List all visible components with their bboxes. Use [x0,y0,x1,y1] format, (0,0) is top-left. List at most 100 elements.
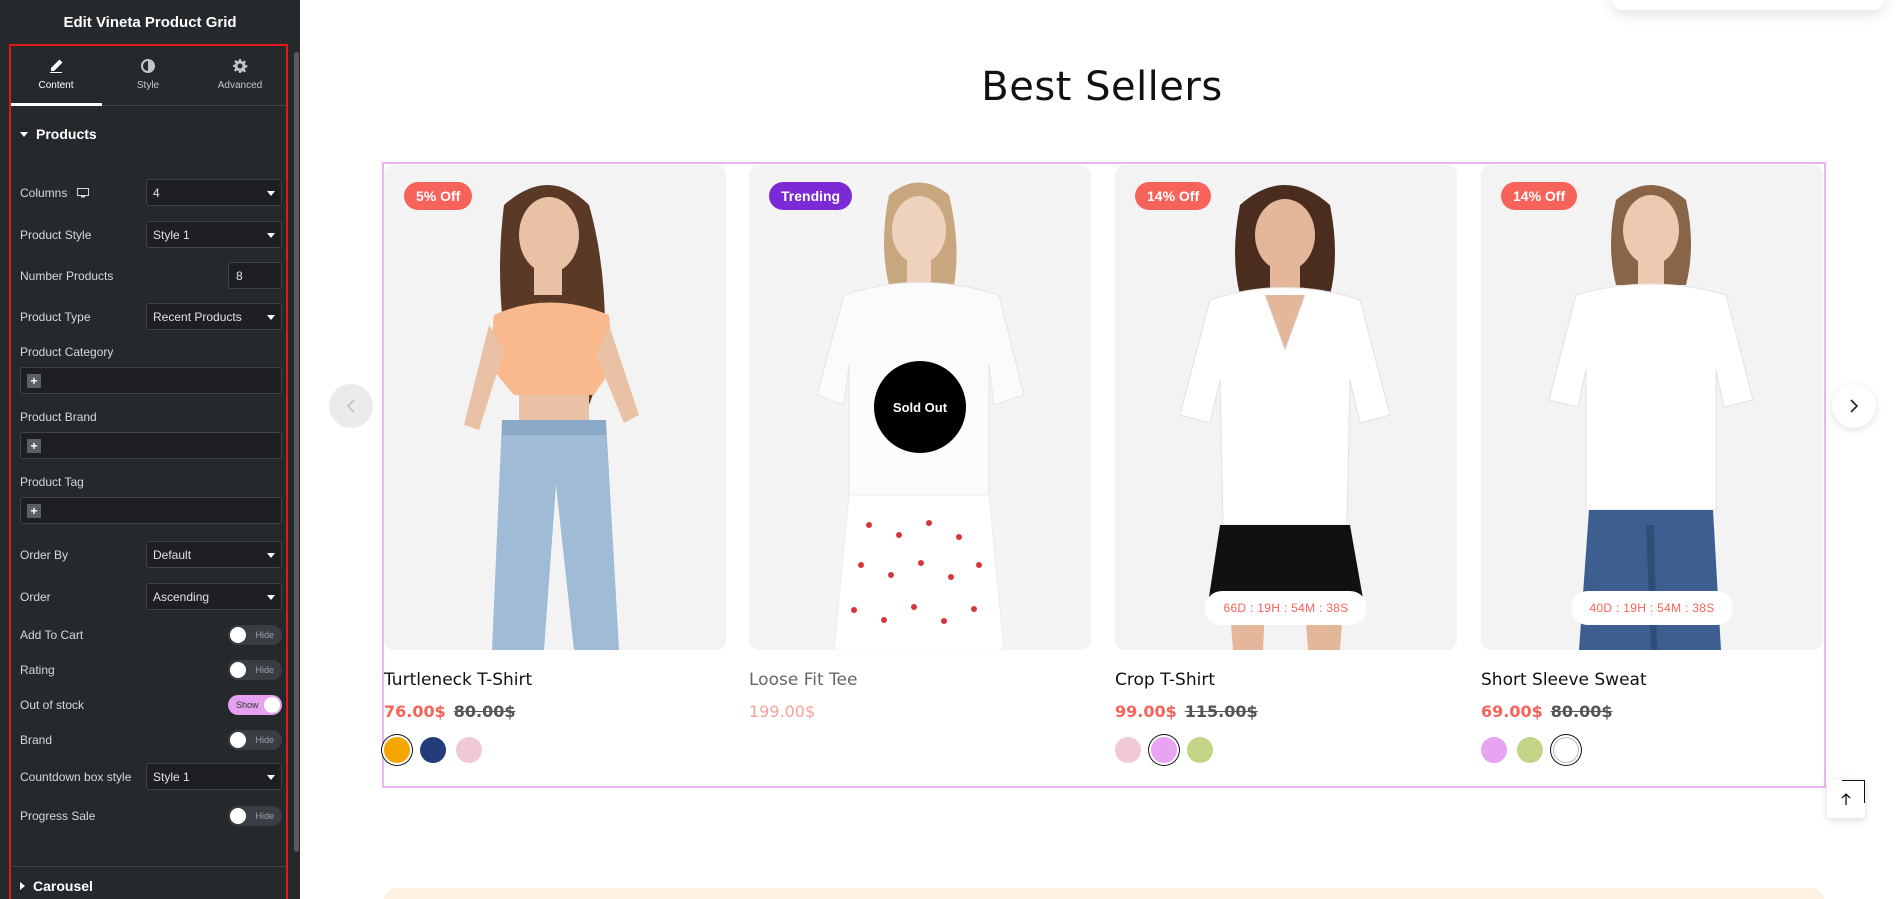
tab-advanced-label: Advanced [217,80,263,91]
scroll-to-top-button[interactable] [1827,780,1865,818]
add-icon[interactable]: + [27,374,41,388]
scrollbar-thumb[interactable] [294,52,299,852]
carousel-prev-button[interactable] [329,384,373,428]
countdown-timer: 40D : 19H : 54M : 38S [1571,591,1733,625]
chevron-down-icon [267,315,275,320]
panel-scroll-area: Content Style Advanced Products Columns [0,44,292,899]
product-name[interactable]: Crop T-Shirt [1115,670,1457,690]
panel-scrollbar[interactable] [292,44,300,899]
product-category-input[interactable]: + [20,367,282,394]
product-type-label: Product Type [20,309,91,324]
add-icon[interactable]: + [27,439,41,453]
carousel-next-button[interactable] [1832,384,1876,428]
control-order-by: Order By Default [20,541,282,568]
product-card[interactable]: 14% Off 66D : 19H : 54M : 38S Crop T-Shi… [1115,165,1457,763]
product-card[interactable]: Trending Sold Out Loose Fit Tee 199.00$ [749,165,1091,721]
toggle-text: Hide [255,735,274,745]
progress-sale-toggle[interactable]: Hide [228,806,282,826]
product-style-value: Style 1 [153,227,190,242]
color-swatch-navy[interactable] [420,737,446,763]
section-products-toggle[interactable]: Products [0,120,292,148]
rating-label: Rating [20,663,55,677]
control-product-tag: Product Tag [20,474,282,490]
product-brand-input[interactable]: + [20,432,282,459]
product-name[interactable]: Short Sleeve Sweat [1481,670,1823,690]
product-style-select[interactable]: Style 1 [146,221,282,248]
control-brand: Brand Hide [20,730,282,750]
chevron-down-icon [267,191,275,196]
order-by-label: Order By [20,547,69,562]
product-style-label: Product Style [20,227,92,242]
product-name[interactable]: Loose Fit Tee [749,670,1091,690]
color-swatches [1115,737,1457,763]
product-photo [1481,165,1823,650]
color-swatches [384,737,726,763]
color-swatch-white[interactable] [1553,737,1579,763]
tab-content-label: Content [38,80,74,91]
product-card[interactable]: 14% Off 40D : 19H : 54M : 38S Short Slee… [1481,165,1823,763]
color-swatch-purple[interactable] [1481,737,1507,763]
rating-toggle[interactable]: Hide [228,660,282,680]
brand-toggle[interactable]: Hide [228,730,282,750]
countdown-box-style-value: Style 1 [153,769,190,784]
product-tag-label: Product Tag [20,475,84,489]
order-select[interactable]: Ascending [146,583,282,610]
color-swatch-orange[interactable] [384,737,410,763]
columns-value: 4 [153,185,160,200]
sold-out-badge: Sold Out [874,361,966,453]
section-carousel-toggle[interactable]: Carousel [0,872,103,899]
product-name[interactable]: Turtleneck T-Shirt [384,670,726,690]
toggle-knob [230,627,246,643]
chevron-down-icon [267,595,275,600]
control-product-brand: Product Brand [20,409,282,425]
product-image[interactable]: 5% Off [384,165,726,650]
tab-style[interactable]: Style [102,44,194,105]
color-swatch-green[interactable] [1517,737,1543,763]
desktop-icon[interactable] [77,187,90,198]
chevron-down-icon [267,553,275,558]
chevron-left-icon [346,399,355,413]
order-label: Order [20,589,51,604]
product-image[interactable]: Trending Sold Out [749,165,1091,650]
tab-content[interactable]: Content [10,44,102,106]
control-product-type: Product Type Recent Products [20,303,282,330]
countdown-box-style-select[interactable]: Style 1 [146,763,282,790]
toggle-text: Hide [255,665,274,675]
current-price: 69.00$ [1481,702,1543,721]
panel-tabs: Content Style Advanced [10,44,286,106]
product-card[interactable]: 5% Off Turtleneck T-Shirt 76.00$ 80.00$ [384,165,726,763]
product-photo [1115,165,1457,650]
trending-badge: Trending [769,182,853,210]
toggle-text: Show [236,700,259,710]
half-circle-icon [141,59,155,73]
color-swatch-pink[interactable] [1115,737,1141,763]
add-icon[interactable]: + [27,504,41,518]
discount-badge: 5% Off [404,182,473,210]
product-tag-input[interactable]: + [20,497,282,524]
product-image[interactable]: 14% Off 40D : 19H : 54M : 38S [1481,165,1823,650]
countdown-box-style-label: Countdown box style [20,769,132,784]
countdown-timer: 66D : 19H : 54M : 38S [1205,591,1367,625]
toggle-knob [230,732,246,748]
color-swatch-purple[interactable] [1151,737,1177,763]
panel-title: Edit Vineta Product Grid [63,13,237,31]
toggle-knob [230,808,246,824]
arrow-up-icon [1841,793,1851,805]
add-to-cart-toggle[interactable]: Hide [228,625,282,645]
product-image[interactable]: 14% Off 66D : 19H : 54M : 38S [1115,165,1457,650]
number-products-input[interactable]: 8 [228,262,282,289]
control-add-to-cart: Add To Cart Hide [20,625,282,645]
order-value: Ascending [153,589,210,604]
product-photo [384,165,726,650]
order-by-select[interactable]: Default [146,541,282,568]
color-swatch-pink[interactable] [456,737,482,763]
product-price: 76.00$ 80.00$ [384,702,726,721]
product-type-select[interactable]: Recent Products [146,303,282,330]
toggle-knob [264,697,280,713]
toggle-knob [230,662,246,678]
color-swatch-green[interactable] [1187,737,1213,763]
product-price: 99.00$ 115.00$ [1115,702,1457,721]
tab-advanced[interactable]: Advanced [194,44,286,105]
columns-select[interactable]: 4 [146,179,282,206]
out-of-stock-toggle[interactable]: Show [228,695,282,715]
